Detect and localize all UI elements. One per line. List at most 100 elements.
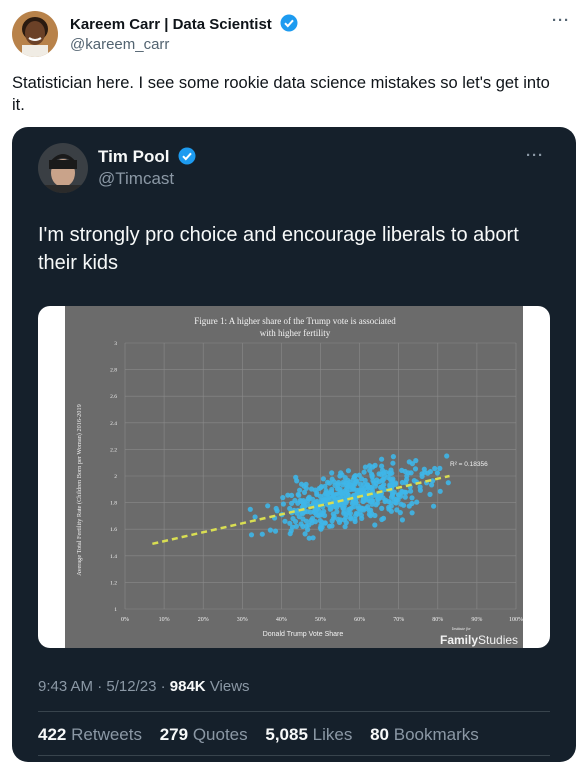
data-point [354, 511, 361, 517]
data-point [334, 486, 341, 492]
y-tick-label: 1.2 [110, 580, 117, 586]
logo-text: FamilyStudies [440, 633, 518, 647]
data-point [348, 505, 354, 511]
data-point [389, 492, 395, 498]
author-handle[interactable]: @kareem_carr [70, 36, 169, 53]
data-point [319, 524, 325, 530]
post-time: 9:43 AM [38, 678, 94, 695]
data-point [409, 461, 415, 467]
data-point [355, 503, 361, 509]
data-point [402, 489, 408, 495]
data-point [346, 481, 352, 487]
quoted-author-handle[interactable]: @Timcast [98, 169, 174, 189]
data-point [380, 515, 387, 521]
likes-label: Likes [312, 725, 353, 744]
quoted-more-options-icon[interactable]: ··· [526, 147, 544, 164]
data-point [342, 475, 348, 481]
data-point [298, 521, 304, 527]
data-point [273, 505, 279, 512]
data-point [414, 499, 420, 505]
retweets-stat[interactable]: 422 Retweets [38, 725, 142, 744]
data-point [272, 528, 279, 534]
author-name[interactable]: Kareem Carr | Data Scientist [70, 16, 272, 33]
data-point [340, 505, 346, 511]
data-point [372, 522, 378, 528]
data-point [314, 498, 320, 504]
data-point [318, 484, 324, 490]
data-point [369, 474, 375, 480]
y-tick-label: 2.8 [110, 368, 117, 374]
data-point [305, 527, 311, 533]
data-point [379, 505, 385, 511]
data-point [402, 468, 408, 475]
data-point [376, 471, 382, 477]
data-point [390, 454, 396, 460]
tweet-text: Statistician here. I see some rookie dat… [12, 74, 550, 114]
data-point [265, 503, 271, 509]
avatar-timpool[interactable] [38, 143, 88, 193]
chart-title-line1: Figure 1: A higher share of the Trump vo… [194, 316, 396, 326]
data-point [295, 500, 301, 506]
data-point [409, 500, 415, 507]
data-point [336, 479, 342, 486]
x-tick-label: 30% [237, 617, 248, 623]
data-point [326, 523, 333, 529]
data-point [379, 463, 385, 469]
data-point [431, 503, 437, 509]
verified-icon [280, 14, 298, 37]
data-point [388, 500, 394, 506]
data-point [333, 491, 339, 497]
data-point [427, 491, 433, 497]
data-point [297, 487, 303, 493]
timestamp[interactable]: 9:43 AM · 5/12/23 · 984K Views [38, 678, 250, 695]
data-point [375, 493, 381, 499]
y-tick-label: 3 [114, 341, 117, 347]
quoted-tweet-text: I'm strongly pro choice and encourage li… [38, 224, 519, 274]
y-tick-label: 1 [114, 607, 117, 613]
data-point [409, 495, 415, 501]
chart-title-line2: with higher fertility [260, 328, 331, 338]
data-point [335, 516, 341, 522]
bookmarks-stat[interactable]: 80 Bookmarks [370, 725, 479, 744]
data-point [280, 495, 286, 501]
quoted-author-name[interactable]: Tim Pool [98, 147, 169, 166]
more-options-icon[interactable]: ··· [552, 12, 570, 29]
quotes-stat[interactable]: 279 Quotes [160, 725, 248, 744]
data-point [259, 531, 265, 537]
x-tick-label: 80% [432, 617, 443, 623]
avatar-image [38, 143, 88, 193]
y-axis-label: Average Total Fertility Rate (Children B… [76, 404, 83, 575]
data-point [444, 453, 450, 459]
data-point [329, 476, 335, 482]
data-point [395, 497, 401, 503]
data-point [290, 516, 296, 522]
data-point [359, 476, 365, 482]
data-point [247, 506, 253, 512]
data-point [341, 517, 347, 523]
quoted-tweet-card[interactable]: Tim Pool @Timcast ··· I'm strongly pro c… [12, 127, 576, 762]
data-point [352, 516, 358, 522]
data-point [394, 507, 400, 513]
likes-stat[interactable]: 5,085 Likes [265, 725, 352, 744]
verified-icon [178, 147, 196, 170]
data-point [342, 488, 348, 494]
data-point [372, 462, 378, 468]
separator-1: · [97, 678, 103, 695]
data-point [346, 510, 352, 516]
chart-image[interactable]: Figure 1: A higher share of the Trump vo… [38, 306, 550, 648]
scatter-chart: Figure 1: A higher share of the Trump vo… [65, 306, 523, 648]
data-point [319, 519, 325, 526]
data-point [390, 481, 396, 488]
data-point [353, 479, 359, 485]
data-point [370, 498, 376, 504]
data-point [312, 487, 318, 493]
data-point [303, 485, 309, 491]
data-point [252, 514, 258, 520]
avatar-kareem[interactable] [12, 11, 58, 57]
views-count: 984K [169, 678, 206, 695]
x-tick-label: 20% [198, 617, 209, 623]
data-point [325, 479, 331, 485]
data-point [305, 496, 311, 502]
quotes-count: 279 [159, 725, 189, 744]
data-point [306, 522, 312, 528]
